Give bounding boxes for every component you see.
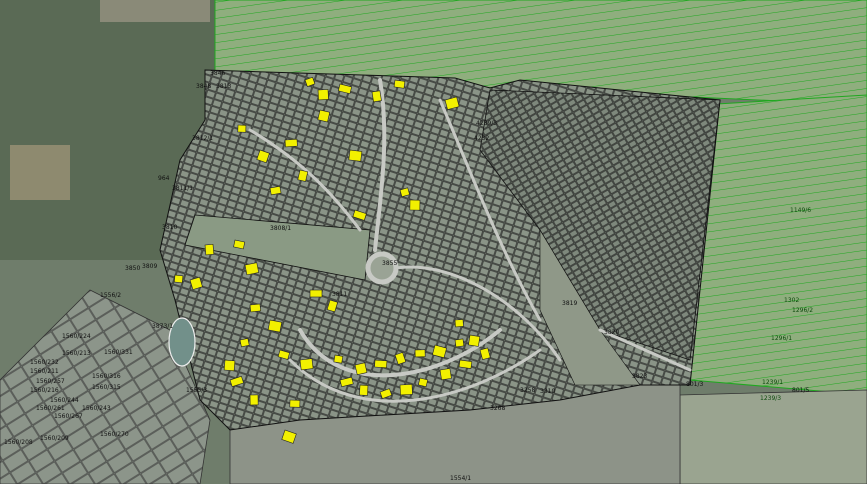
parcel-label: 3810 (162, 224, 177, 231)
parcel-label: 1560/211 (30, 368, 59, 375)
built-parcel (468, 334, 481, 347)
parcel-label: 3809 (142, 263, 157, 270)
parcel-label: 3268 (490, 405, 505, 412)
parcel-label: 3820 (604, 329, 619, 336)
built-parcel (417, 377, 429, 388)
built-parcel (317, 109, 331, 123)
parcel-label: 1239/3 (760, 395, 781, 402)
bare-field-top (100, 0, 210, 22)
parcel-label: 1560/261 (36, 405, 65, 412)
parcel-label: 801/5 (792, 387, 809, 394)
parcel-label: 1560/244 (50, 397, 79, 404)
built-parcel (454, 319, 464, 328)
built-parcel (284, 138, 298, 148)
parcel-label: 3811/1 (172, 185, 193, 192)
parcel-label: 3819 (562, 300, 577, 307)
built-parcel (239, 337, 250, 348)
parcel-label: 3823 (632, 373, 647, 380)
built-parcel (289, 399, 301, 408)
built-parcel (414, 349, 426, 358)
parcel-label: 1560/270 (100, 431, 129, 438)
built-parcel (371, 90, 382, 103)
south-east-field (679, 389, 867, 484)
parcel-label: 801/3 (686, 381, 703, 388)
built-parcel (348, 149, 363, 162)
parcel-label: 1302 (784, 297, 799, 304)
built-parcel (317, 89, 329, 101)
parcel-label: 1239/1 (762, 379, 783, 386)
parcel-label: 1560/331 (104, 349, 133, 356)
parcel-label: 3811 (332, 291, 347, 298)
built-parcel (333, 354, 344, 364)
built-parcel (299, 358, 314, 371)
parcel-label: 1560/257 (36, 378, 65, 385)
parcel-label: 1560/209 (40, 435, 69, 442)
map-canvas[interactable]: 3846 3848 3813 3812/1 9643811/1 3810 3809 3808/… (0, 0, 867, 484)
parcel-label: 3846 (210, 70, 225, 77)
parcel-label: 3813 (216, 83, 231, 90)
parcel-label: 1555/3 (186, 387, 207, 394)
parcel-label: 1560/208 (4, 439, 33, 446)
parcel-label: 3258 (520, 387, 535, 394)
built-parcel (454, 338, 465, 348)
built-parcel (223, 359, 236, 372)
parcel-label: 1149/6 (790, 207, 811, 214)
parcel-label: 1554/1 (450, 475, 471, 482)
parcel-label: 1560/224 (62, 333, 91, 340)
parcel-label: 3848 (196, 83, 211, 90)
built-parcel (409, 199, 421, 211)
parcel-label: 1560/315 (92, 384, 121, 391)
built-parcel (399, 384, 413, 396)
parcel-label: 1560/316 (92, 373, 121, 380)
parcel-label: 1560/232 (30, 359, 59, 366)
built-parcel (267, 319, 283, 333)
built-parcel (173, 274, 184, 284)
parcel-label: 3808/1 (270, 225, 291, 232)
parcel-label: 3812/1 (192, 135, 213, 142)
built-parcel (249, 303, 262, 313)
built-parcel (269, 185, 282, 196)
built-parcel (354, 362, 368, 376)
parcel-label: 3855 (382, 260, 397, 267)
parcel-label: 964 (158, 175, 170, 182)
parcel-label: 1560/243 (82, 405, 111, 412)
built-parcel (309, 289, 323, 298)
built-parcel (393, 79, 406, 89)
bare-field-patch (10, 145, 70, 200)
parcel-label: 3873/1 (152, 323, 173, 330)
parcel-label: 1296/2 (792, 307, 813, 314)
built-parcel (204, 243, 215, 256)
built-parcel (244, 262, 260, 276)
built-parcel (359, 384, 369, 396)
parcel-label: 4232 (474, 135, 489, 142)
built-parcel (249, 394, 259, 406)
built-parcel (237, 124, 247, 133)
parcel-label: 3850 (125, 265, 140, 272)
parcel-label: 1296/1 (771, 335, 792, 342)
east-field (689, 94, 867, 396)
parcel-label: 1556/2 (100, 292, 121, 299)
parcel-label: 3310 (540, 388, 555, 395)
parcel-label: 1560/267 (54, 413, 83, 420)
cadastral-map[interactable]: 3846 3848 3813 3812/1 964 3811/1 3810 3809 3808/… (0, 0, 867, 484)
built-parcel (439, 368, 452, 381)
built-parcel (374, 359, 388, 369)
built-parcel (458, 359, 473, 369)
parcel-label: 4239/3 (476, 120, 497, 127)
parcel-label: 1560/213 (62, 350, 91, 357)
parcel-label: 1560/216 (30, 387, 59, 394)
